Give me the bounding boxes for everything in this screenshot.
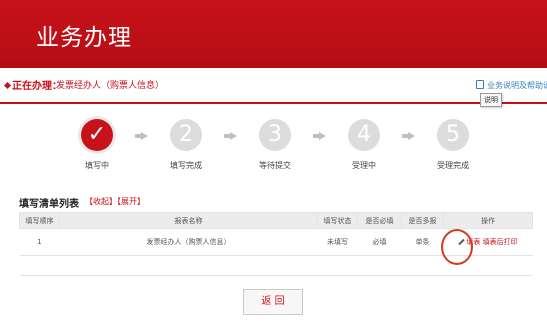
return-button[interactable]: 返 回 bbox=[243, 289, 303, 315]
column-header: 填写状态 bbox=[317, 212, 358, 229]
guide-link[interactable]: 业务说明及帮助说明 bbox=[487, 80, 547, 91]
arrow-right-icon bbox=[224, 132, 237, 140]
list-title: 填写清单列表 bbox=[19, 199, 79, 210]
column-header: 报表名称 bbox=[59, 212, 318, 229]
step-2-label: 填写完成 bbox=[170, 161, 202, 170]
list-toggle-links: 【收起】【展开】 bbox=[85, 196, 145, 207]
tooltip: 说明 bbox=[480, 93, 502, 107]
row-name: 发票经办人（购票人信息） bbox=[59, 228, 318, 256]
step-4-circle: 4 bbox=[348, 119, 380, 151]
book-icon bbox=[476, 80, 484, 89]
step-5-label: 受理完成 bbox=[437, 161, 469, 170]
step-3-circle: 3 bbox=[259, 119, 291, 151]
collapse-link[interactable]: 【收起】 bbox=[85, 197, 117, 206]
expand-link[interactable]: 【展开】 bbox=[117, 197, 145, 206]
arrow-right-icon bbox=[402, 132, 415, 140]
column-header: 操作 bbox=[443, 212, 533, 229]
table-header-row: 填写顺序 报表名称 填写状态 是否必填 是否多报 操作 bbox=[19, 212, 533, 229]
arrow-right-icon bbox=[313, 132, 326, 140]
arrow-right-icon bbox=[135, 132, 148, 140]
page-title: 业务办理 bbox=[36, 25, 132, 51]
working-bar: 正在办理： 发票经办人（购票人信息） bbox=[0, 68, 547, 104]
print-link[interactable]: 填表后打印 bbox=[483, 238, 518, 246]
column-header: 填写顺序 bbox=[19, 212, 60, 229]
working-value: 发票经办人（购票人信息） bbox=[56, 81, 165, 91]
header-bar: 业务办理 bbox=[0, 0, 547, 68]
working-label: 正在办理： bbox=[12, 81, 62, 92]
progress-steps: ✓ 填写中 2 填写完成 3 等待提交 4 受理中 5 受理完成 bbox=[0, 112, 547, 172]
column-header: 是否多报 bbox=[401, 212, 444, 229]
step-4-label: 受理中 bbox=[352, 161, 376, 170]
step-5-circle: 5 bbox=[437, 119, 469, 151]
row-order: 1 bbox=[19, 228, 60, 256]
row-status: 未填写 bbox=[317, 228, 358, 256]
step-1-check-icon: ✓ bbox=[81, 119, 113, 151]
row-required: 必填 bbox=[357, 228, 402, 256]
bullet-icon bbox=[3, 81, 12, 90]
column-header: 是否必填 bbox=[357, 212, 402, 229]
row-multiple: 单条 bbox=[401, 228, 444, 256]
step-3-label: 等待提交 bbox=[259, 161, 291, 170]
step-1-label: 填写中 bbox=[85, 161, 109, 170]
step-2-circle: 2 bbox=[170, 119, 202, 151]
highlight-circle bbox=[441, 229, 473, 265]
